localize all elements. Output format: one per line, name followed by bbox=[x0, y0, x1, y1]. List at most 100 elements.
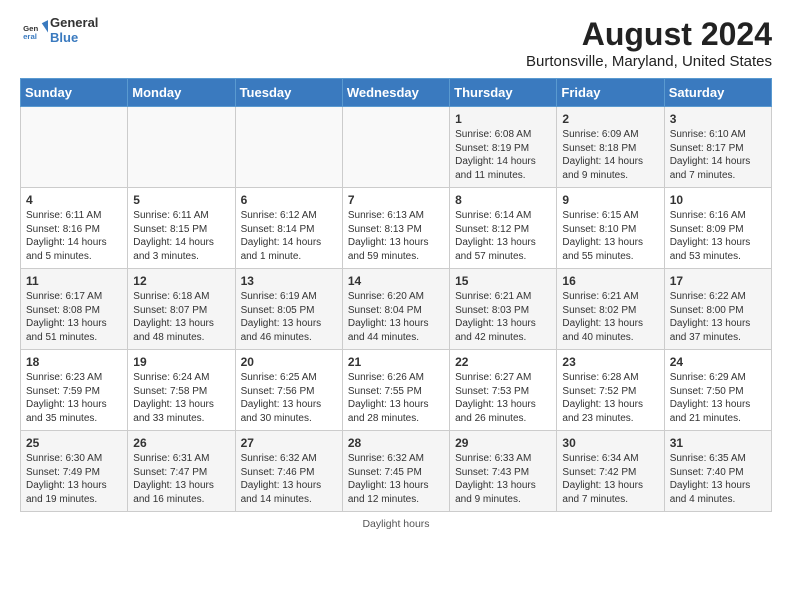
title-block: August 2024 Burtonsville, Maryland, Unit… bbox=[526, 16, 772, 70]
day-number: 20 bbox=[241, 355, 337, 369]
calendar-header-sunday: Sunday bbox=[21, 79, 128, 107]
day-info: Sunrise: 6:25 AM Sunset: 7:56 PM Dayligh… bbox=[241, 371, 337, 425]
svg-text:eral: eral bbox=[23, 32, 37, 41]
calendar-cell: 27 Sunrise: 6:32 AM Sunset: 7:46 PM Dayli… bbox=[235, 431, 342, 512]
calendar-week-row: 4Sunrise: 6:11 AM Sunset: 8:16 PM Daylig… bbox=[21, 188, 772, 269]
day-info: Sunrise: 6:31 AM Sunset: 7:47 PM Dayligh… bbox=[133, 452, 229, 506]
calendar-cell: 31Sunrise: 6:35 AM Sunset: 7:40 PM Dayli… bbox=[664, 431, 771, 512]
day-info: Sunrise: 6:29 AM Sunset: 7:50 PM Dayligh… bbox=[670, 371, 766, 425]
logo-line1: General bbox=[50, 16, 98, 31]
calendar-header-tuesday: Tuesday bbox=[235, 79, 342, 107]
calendar-cell: 26 Sunrise: 6:31 AM Sunset: 7:47 PM Dayli… bbox=[128, 431, 235, 512]
day-number: 28 bbox=[348, 436, 444, 450]
day-number: 8 bbox=[455, 193, 551, 207]
calendar-cell: 25Sunrise: 6:30 AM Sunset: 7:49 PM Dayli… bbox=[21, 431, 128, 512]
calendar-cell: 11Sunrise: 6:17 AM Sunset: 8:08 PM Dayli… bbox=[21, 269, 128, 350]
calendar-cell: 13 Sunrise: 6:19 AM Sunset: 8:05 PM Dayli… bbox=[235, 269, 342, 350]
footer: Daylight hours bbox=[20, 518, 772, 530]
day-number: 12 bbox=[133, 274, 229, 288]
calendar-header-friday: Friday bbox=[557, 79, 664, 107]
day-number: 29 bbox=[455, 436, 551, 450]
day-info: Sunrise: 6:34 AM Sunset: 7:42 PM Dayligh… bbox=[562, 452, 658, 506]
day-number: 6 bbox=[241, 193, 337, 207]
logo-line2: Blue bbox=[50, 31, 98, 46]
calendar-header-saturday: Saturday bbox=[664, 79, 771, 107]
logo: Gen eral General Blue bbox=[20, 16, 98, 46]
page: Gen eral General Blue August 2024 Burton… bbox=[0, 0, 792, 540]
calendar-week-row: 1 Sunrise: 6:08 AM Sunset: 8:19 PM Daylig… bbox=[21, 107, 772, 188]
day-number: 4 bbox=[26, 193, 122, 207]
calendar-week-row: 18 Sunrise: 6:23 AM Sunset: 7:59 PM Dayli… bbox=[21, 350, 772, 431]
day-info: Sunrise: 6:14 AM Sunset: 8:12 PM Dayligh… bbox=[455, 209, 551, 263]
calendar-week-row: 11Sunrise: 6:17 AM Sunset: 8:08 PM Dayli… bbox=[21, 269, 772, 350]
calendar-cell: 8 Sunrise: 6:14 AM Sunset: 8:12 PM Daylig… bbox=[450, 188, 557, 269]
calendar-cell: 21Sunrise: 6:26 AM Sunset: 7:55 PM Dayli… bbox=[342, 350, 449, 431]
day-info: Sunrise: 6:22 AM Sunset: 8:00 PM Dayligh… bbox=[670, 290, 766, 344]
calendar-cell: 16Sunrise: 6:21 AM Sunset: 8:02 PM Dayli… bbox=[557, 269, 664, 350]
calendar-cell: 19Sunrise: 6:24 AM Sunset: 7:58 PM Dayli… bbox=[128, 350, 235, 431]
calendar-cell bbox=[21, 107, 128, 188]
day-number: 1 bbox=[455, 112, 551, 126]
calendar-cell bbox=[235, 107, 342, 188]
day-number: 21 bbox=[348, 355, 444, 369]
calendar-cell: 3 Sunrise: 6:10 AM Sunset: 8:17 PM Daylig… bbox=[664, 107, 771, 188]
day-number: 30 bbox=[562, 436, 658, 450]
calendar-cell: 24 Sunrise: 6:29 AM Sunset: 7:50 PM Dayli… bbox=[664, 350, 771, 431]
calendar-cell: 17Sunrise: 6:22 AM Sunset: 8:00 PM Dayli… bbox=[664, 269, 771, 350]
day-number: 26 bbox=[133, 436, 229, 450]
day-number: 25 bbox=[26, 436, 122, 450]
calendar-cell: 18 Sunrise: 6:23 AM Sunset: 7:59 PM Dayli… bbox=[21, 350, 128, 431]
day-number: 15 bbox=[455, 274, 551, 288]
day-info: Sunrise: 6:13 AM Sunset: 8:13 PM Dayligh… bbox=[348, 209, 444, 263]
logo-icon: Gen eral bbox=[20, 17, 48, 45]
day-number: 3 bbox=[670, 112, 766, 126]
calendar-cell: 30 Sunrise: 6:34 AM Sunset: 7:42 PM Dayli… bbox=[557, 431, 664, 512]
day-number: 5 bbox=[133, 193, 229, 207]
calendar-cell: 28 Sunrise: 6:32 AM Sunset: 7:45 PM Dayli… bbox=[342, 431, 449, 512]
calendar-cell: 12Sunrise: 6:18 AM Sunset: 8:07 PM Dayli… bbox=[128, 269, 235, 350]
day-info: Sunrise: 6:32 AM Sunset: 7:46 PM Dayligh… bbox=[241, 452, 337, 506]
calendar-cell bbox=[342, 107, 449, 188]
page-subtitle: Burtonsville, Maryland, United States bbox=[526, 53, 772, 70]
header-area: Gen eral General Blue August 2024 Burton… bbox=[20, 16, 772, 70]
day-number: 2 bbox=[562, 112, 658, 126]
calendar-cell: 10Sunrise: 6:16 AM Sunset: 8:09 PM Dayli… bbox=[664, 188, 771, 269]
calendar-cell bbox=[128, 107, 235, 188]
day-info: Sunrise: 6:27 AM Sunset: 7:53 PM Dayligh… bbox=[455, 371, 551, 425]
day-info: Sunrise: 6:21 AM Sunset: 8:03 PM Dayligh… bbox=[455, 290, 551, 344]
day-number: 23 bbox=[562, 355, 658, 369]
day-number: 10 bbox=[670, 193, 766, 207]
day-info: Sunrise: 6:24 AM Sunset: 7:58 PM Dayligh… bbox=[133, 371, 229, 425]
day-number: 13 bbox=[241, 274, 337, 288]
calendar-cell: 23 Sunrise: 6:28 AM Sunset: 7:52 PM Dayli… bbox=[557, 350, 664, 431]
calendar-cell: 2 Sunrise: 6:09 AM Sunset: 8:18 PM Daylig… bbox=[557, 107, 664, 188]
day-number: 22 bbox=[455, 355, 551, 369]
day-info: Sunrise: 6:32 AM Sunset: 7:45 PM Dayligh… bbox=[348, 452, 444, 506]
day-number: 27 bbox=[241, 436, 337, 450]
calendar-cell: 1 Sunrise: 6:08 AM Sunset: 8:19 PM Daylig… bbox=[450, 107, 557, 188]
calendar-cell: 5Sunrise: 6:11 AM Sunset: 8:15 PM Daylig… bbox=[128, 188, 235, 269]
calendar-header-row: SundayMondayTuesdayWednesdayThursdayFrid… bbox=[21, 79, 772, 107]
day-number: 18 bbox=[26, 355, 122, 369]
day-number: 31 bbox=[670, 436, 766, 450]
day-info: Sunrise: 6:09 AM Sunset: 8:18 PM Dayligh… bbox=[562, 128, 658, 182]
day-info: Sunrise: 6:28 AM Sunset: 7:52 PM Dayligh… bbox=[562, 371, 658, 425]
day-info: Sunrise: 6:10 AM Sunset: 8:17 PM Dayligh… bbox=[670, 128, 766, 182]
day-info: Sunrise: 6:23 AM Sunset: 7:59 PM Dayligh… bbox=[26, 371, 122, 425]
day-info: Sunrise: 6:17 AM Sunset: 8:08 PM Dayligh… bbox=[26, 290, 122, 344]
day-info: Sunrise: 6:08 AM Sunset: 8:19 PM Dayligh… bbox=[455, 128, 551, 182]
logo-text: General Blue bbox=[50, 16, 98, 46]
calendar-cell: 22 Sunrise: 6:27 AM Sunset: 7:53 PM Dayli… bbox=[450, 350, 557, 431]
day-info: Sunrise: 6:19 AM Sunset: 8:05 PM Dayligh… bbox=[241, 290, 337, 344]
calendar-cell: 9Sunrise: 6:15 AM Sunset: 8:10 PM Daylig… bbox=[557, 188, 664, 269]
calendar-cell: 6 Sunrise: 6:12 AM Sunset: 8:14 PM Daylig… bbox=[235, 188, 342, 269]
calendar-cell: 7Sunrise: 6:13 AM Sunset: 8:13 PM Daylig… bbox=[342, 188, 449, 269]
day-info: Sunrise: 6:20 AM Sunset: 8:04 PM Dayligh… bbox=[348, 290, 444, 344]
day-info: Sunrise: 6:12 AM Sunset: 8:14 PM Dayligh… bbox=[241, 209, 337, 263]
calendar-cell: 15 Sunrise: 6:21 AM Sunset: 8:03 PM Dayli… bbox=[450, 269, 557, 350]
day-number: 9 bbox=[562, 193, 658, 207]
day-number: 24 bbox=[670, 355, 766, 369]
calendar-week-row: 25Sunrise: 6:30 AM Sunset: 7:49 PM Dayli… bbox=[21, 431, 772, 512]
calendar-cell: 29Sunrise: 6:33 AM Sunset: 7:43 PM Dayli… bbox=[450, 431, 557, 512]
calendar-cell: 20 Sunrise: 6:25 AM Sunset: 7:56 PM Dayli… bbox=[235, 350, 342, 431]
